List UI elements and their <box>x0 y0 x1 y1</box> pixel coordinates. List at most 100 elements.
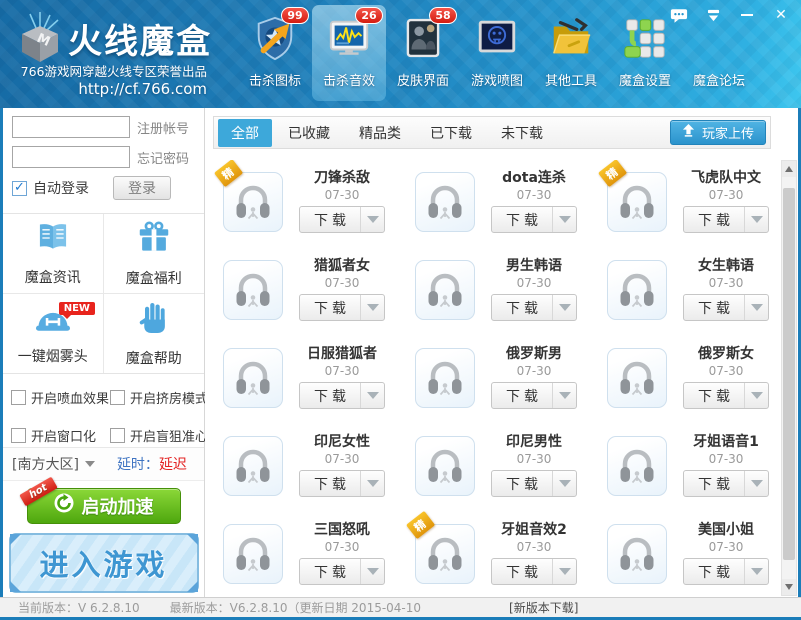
download-dropdown-arrow[interactable] <box>745 207 768 232</box>
username-input[interactable] <box>12 116 130 138</box>
download-dropdown-arrow[interactable] <box>553 471 576 496</box>
filter-tab-favorited[interactable]: 已收藏 <box>275 119 343 147</box>
region-dropdown[interactable]: [南方大区] <box>12 454 95 474</box>
skin-switch-icon[interactable] <box>703 7 723 23</box>
feature-news[interactable]: 魔盒资讯 <box>3 214 104 294</box>
sound-item-thumbnail[interactable]: 精 <box>415 524 475 584</box>
sound-item-thumbnail[interactable] <box>607 524 667 584</box>
player-upload-button[interactable]: 玩家上传 <box>670 120 766 145</box>
checkbox[interactable] <box>110 390 125 405</box>
filter-tab-premium[interactable]: 精品类 <box>346 119 414 147</box>
download-dropdown-arrow[interactable] <box>745 559 768 584</box>
download-button-label[interactable]: 下载 <box>300 295 361 320</box>
tab-sprays[interactable]: 游戏喷图 <box>460 5 534 101</box>
download-button[interactable]: 下载 <box>683 206 769 233</box>
download-dropdown-arrow[interactable] <box>745 383 768 408</box>
download-button-label[interactable]: 下载 <box>300 383 361 408</box>
download-button[interactable]: 下载 <box>683 382 769 409</box>
sound-item-thumbnail[interactable]: 精 <box>607 172 667 232</box>
download-button[interactable]: 下载 <box>683 470 769 497</box>
download-dropdown-arrow[interactable] <box>553 559 576 584</box>
vertical-scrollbar[interactable] <box>781 160 797 596</box>
feature-benefits[interactable]: 魔盒福利 <box>104 214 205 294</box>
download-dropdown-arrow[interactable] <box>553 383 576 408</box>
option-windowed[interactable]: 开启窗口化 <box>11 424 110 447</box>
checkbox[interactable] <box>11 428 26 443</box>
filter-tab-not-downloaded[interactable]: 未下载 <box>488 119 556 147</box>
filter-tab-all[interactable]: 全部 <box>218 119 272 147</box>
scroll-down-button[interactable] <box>782 579 796 595</box>
download-button[interactable]: 下载 <box>299 382 385 409</box>
scrollbar-thumb[interactable] <box>783 188 795 560</box>
sound-item-thumbnail[interactable] <box>607 436 667 496</box>
download-button[interactable]: 下载 <box>491 294 577 321</box>
download-button-label[interactable]: 下载 <box>492 295 553 320</box>
tab-kill-sounds[interactable]: 26 击杀音效 <box>312 5 386 101</box>
sound-item-thumbnail[interactable] <box>223 348 283 408</box>
download-dropdown-arrow[interactable] <box>361 559 384 584</box>
download-button[interactable]: 下载 <box>299 470 385 497</box>
auto-login-checkbox[interactable]: ✓ <box>12 181 27 196</box>
option-blood-effect[interactable]: 开启喷血效果 <box>11 386 110 409</box>
enter-game-button[interactable]: 进入游戏 <box>9 533 199 593</box>
sound-item-thumbnail[interactable] <box>415 172 475 232</box>
download-button-label[interactable]: 下载 <box>684 207 745 232</box>
sound-item-thumbnail[interactable] <box>223 260 283 320</box>
tab-skins[interactable]: 58 皮肤界面 <box>386 5 460 101</box>
download-dropdown-arrow[interactable] <box>361 207 384 232</box>
download-dropdown-arrow[interactable] <box>745 471 768 496</box>
download-button-label[interactable]: 下载 <box>492 559 553 584</box>
download-button[interactable]: 下载 <box>683 558 769 585</box>
download-dropdown-arrow[interactable] <box>361 295 384 320</box>
download-button[interactable]: 下载 <box>491 470 577 497</box>
download-button-label[interactable]: 下载 <box>300 471 361 496</box>
filter-tab-downloaded[interactable]: 已下载 <box>417 119 485 147</box>
download-button[interactable]: 下载 <box>491 382 577 409</box>
forgot-password-link[interactable]: 忘记密码 <box>137 148 189 167</box>
download-button[interactable]: 下载 <box>299 294 385 321</box>
download-dropdown-arrow[interactable] <box>361 383 384 408</box>
download-button-label[interactable]: 下载 <box>300 207 361 232</box>
checkbox[interactable] <box>110 428 125 443</box>
close-button[interactable]: ✕ <box>771 7 791 23</box>
checkbox[interactable] <box>11 390 26 405</box>
download-dropdown-arrow[interactable] <box>553 295 576 320</box>
download-button[interactable]: 下载 <box>299 206 385 233</box>
download-button-label[interactable]: 下载 <box>492 383 553 408</box>
download-button-label[interactable]: 下载 <box>684 295 745 320</box>
register-link[interactable]: 注册帐号 <box>137 118 189 137</box>
minimize-button[interactable] <box>737 7 757 23</box>
sound-item-thumbnail[interactable] <box>223 436 283 496</box>
tab-kill-icons[interactable]: 99 击杀图标 <box>238 5 312 101</box>
download-button[interactable]: 下载 <box>683 294 769 321</box>
download-dropdown-arrow[interactable] <box>553 207 576 232</box>
sound-item-thumbnail[interactable] <box>415 436 475 496</box>
new-version-download-link[interactable]: [新版本下载] <box>509 599 578 616</box>
download-button-label[interactable]: 下载 <box>492 207 553 232</box>
download-button-label[interactable]: 下载 <box>684 383 745 408</box>
download-button[interactable]: 下载 <box>299 558 385 585</box>
download-button[interactable]: 下载 <box>491 558 577 585</box>
feature-smoke-helmet[interactable]: NEW 一键烟雾头 <box>3 294 104 374</box>
option-room-squeeze[interactable]: 开启挤房模式 <box>110 386 205 409</box>
sound-item-thumbnail[interactable]: 精 <box>223 172 283 232</box>
login-button[interactable]: 登录 <box>113 176 171 200</box>
password-input[interactable] <box>12 146 130 168</box>
download-dropdown-arrow[interactable] <box>745 295 768 320</box>
feedback-chat-icon[interactable] <box>669 7 689 23</box>
download-button-label[interactable]: 下载 <box>684 471 745 496</box>
sound-item-thumbnail[interactable] <box>415 348 475 408</box>
tab-other-tools[interactable]: 其他工具 <box>534 5 608 101</box>
download-button-label[interactable]: 下载 <box>684 559 745 584</box>
download-button-label[interactable]: 下载 <box>300 559 361 584</box>
sound-item-thumbnail[interactable] <box>607 348 667 408</box>
scroll-up-button[interactable] <box>782 161 796 177</box>
download-dropdown-arrow[interactable] <box>361 471 384 496</box>
feature-help[interactable]: 魔盒帮助 <box>104 294 205 374</box>
download-button-label[interactable]: 下载 <box>492 471 553 496</box>
start-acceleration-button[interactable]: hot 启动加速 <box>27 488 181 524</box>
download-button[interactable]: 下载 <box>491 206 577 233</box>
option-no-scope-crosshair[interactable]: 开启盲狙准心 <box>110 424 205 447</box>
sound-item-thumbnail[interactable] <box>415 260 475 320</box>
sound-item-thumbnail[interactable] <box>223 524 283 584</box>
